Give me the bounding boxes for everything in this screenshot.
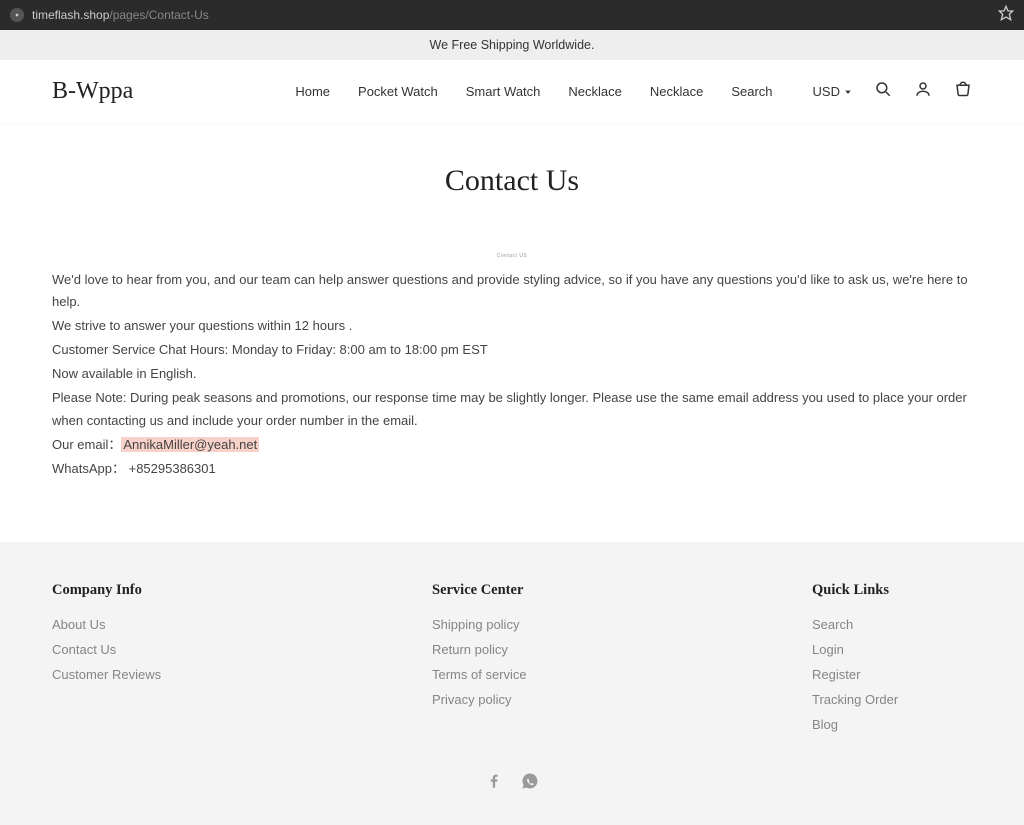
nav-smart-watch[interactable]: Smart Watch	[466, 84, 541, 99]
whatsapp-line: WhatsApp： +85295386301	[52, 458, 972, 480]
currency-selector[interactable]: USD	[813, 84, 852, 99]
footer-link-about[interactable]: About Us	[52, 617, 432, 632]
main-content: Contact Us Contact US We'd love to hear …	[32, 124, 992, 542]
site-header: B-Wppa Home Pocket Watch Smart Watch Nec…	[0, 60, 1024, 124]
main-nav: Home Pocket Watch Smart Watch Necklace N…	[295, 84, 772, 99]
contact-email[interactable]: AnnikaMiller@yeah.net	[121, 437, 259, 452]
email-line: Our email：AnnikaMiller@yeah.net	[52, 434, 972, 456]
nav-pocket-watch[interactable]: Pocket Watch	[358, 84, 438, 99]
whatsapp-icon[interactable]	[514, 777, 546, 794]
footer-company-info: Company Info About Us Contact Us Custome…	[52, 582, 432, 742]
footer-link-terms[interactable]: Terms of service	[432, 667, 812, 682]
footer-quick-links: Quick Links Search Login Register Tracki…	[812, 582, 972, 742]
footer-social	[0, 772, 1024, 795]
site-logo[interactable]: B-Wppa	[52, 78, 133, 105]
announcement-text: We Free Shipping Worldwide.	[430, 38, 595, 52]
footer-col2-title: Service Center	[432, 582, 812, 599]
body-p3: Customer Service Chat Hours: Monday to F…	[52, 339, 972, 361]
cart-icon[interactable]	[954, 80, 972, 103]
page-title: Contact Us	[52, 164, 972, 198]
footer-link-tracking[interactable]: Tracking Order	[812, 692, 972, 707]
body-p5: Please Note: During peak seasons and pro…	[52, 387, 972, 431]
footer-link-contact[interactable]: Contact Us	[52, 642, 432, 657]
browser-address-bar: timeflash.shop/pages/Contact-Us	[0, 0, 1024, 30]
footer-link-search[interactable]: Search	[812, 617, 972, 632]
account-icon[interactable]	[914, 80, 932, 103]
whatsapp-label: WhatsApp：	[52, 461, 125, 476]
bookmark-star-icon[interactable]	[998, 5, 1014, 26]
chevron-down-icon	[844, 84, 852, 99]
search-icon[interactable]	[874, 80, 892, 103]
announcement-bar: We Free Shipping Worldwide.	[0, 30, 1024, 60]
facebook-icon[interactable]	[478, 777, 514, 794]
body-p1: We'd love to hear from you, and our team…	[52, 269, 972, 313]
nav-search[interactable]: Search	[731, 84, 772, 99]
site-info-icon[interactable]	[10, 8, 24, 22]
nav-home[interactable]: Home	[295, 84, 330, 99]
contact-whatsapp: +85295386301	[129, 461, 216, 476]
footer-link-privacy[interactable]: Privacy policy	[432, 692, 812, 707]
body-p2: We strive to answer your questions withi…	[52, 315, 972, 337]
footer-link-blog[interactable]: Blog	[812, 717, 972, 732]
footer-link-return[interactable]: Return policy	[432, 642, 812, 657]
body-p4: Now available in English.	[52, 363, 972, 385]
footer-link-register[interactable]: Register	[812, 667, 972, 682]
url-text[interactable]: timeflash.shop/pages/Contact-Us	[32, 8, 209, 22]
nav-necklace-2[interactable]: Necklace	[650, 84, 703, 99]
nav-necklace-1[interactable]: Necklace	[568, 84, 621, 99]
breadcrumb: Contact US	[52, 253, 972, 259]
contact-body: We'd love to hear from you, and our team…	[52, 269, 972, 480]
footer-link-login[interactable]: Login	[812, 642, 972, 657]
footer-col3-title: Quick Links	[812, 582, 972, 599]
currency-label: USD	[813, 84, 840, 99]
footer-col1-title: Company Info	[52, 582, 432, 599]
email-label: Our email：	[52, 437, 121, 452]
footer-service-center: Service Center Shipping policy Return po…	[432, 582, 812, 742]
footer-link-shipping[interactable]: Shipping policy	[432, 617, 812, 632]
site-footer: Company Info About Us Contact Us Custome…	[0, 542, 1024, 825]
footer-link-reviews[interactable]: Customer Reviews	[52, 667, 432, 682]
